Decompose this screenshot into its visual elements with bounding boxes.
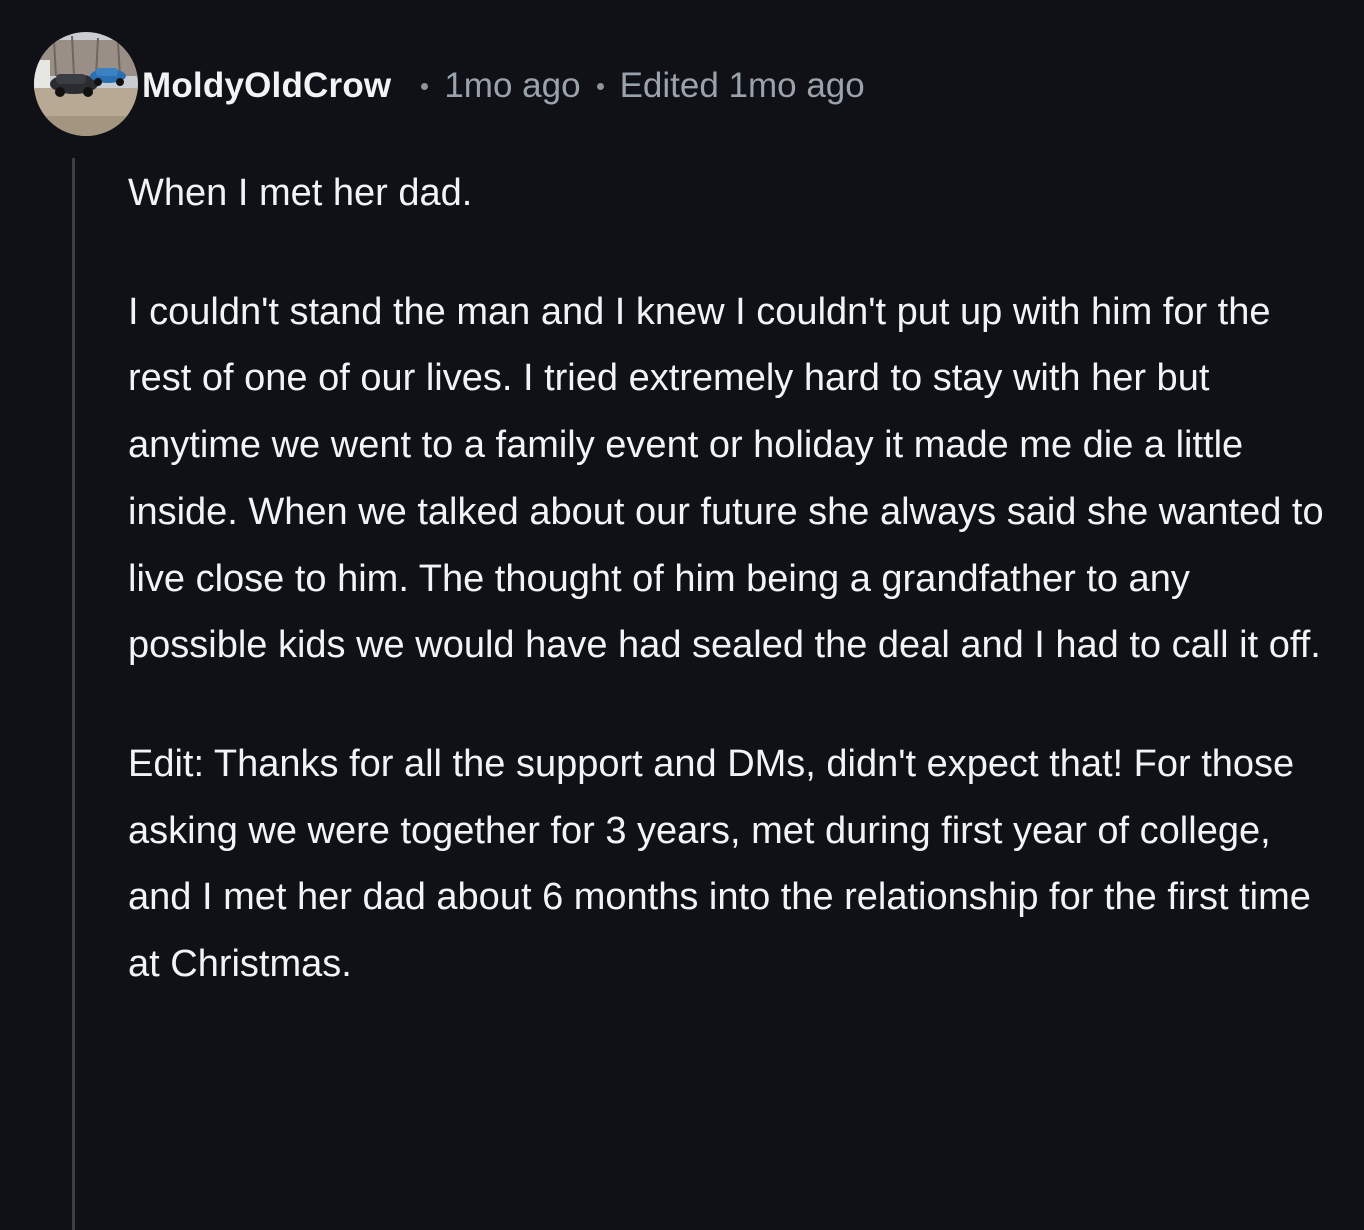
comment-paragraph: When I met her dad. bbox=[128, 172, 473, 214]
comment-paragraph: Edit: Thanks for all the support and DMs… bbox=[128, 742, 1311, 986]
edited-label: Edited 1mo ago bbox=[619, 66, 865, 105]
thread-line[interactable] bbox=[72, 158, 75, 1230]
comment-body: When I met her dad. I couldn't stand the… bbox=[128, 160, 1338, 998]
comment-header: MoldyOldCrow 1mo ago Edited 1mo ago bbox=[142, 62, 865, 110]
separator-dot-icon bbox=[596, 82, 604, 90]
separator-dot-icon bbox=[421, 82, 429, 90]
comment: MoldyOldCrow 1mo ago Edited 1mo ago When… bbox=[0, 0, 1364, 1230]
comment-paragraph: I couldn't stand the man and I knew I co… bbox=[128, 290, 1324, 667]
posted-time: 1mo ago bbox=[444, 66, 581, 105]
avatar[interactable] bbox=[34, 32, 138, 136]
author-username[interactable]: MoldyOldCrow bbox=[142, 66, 391, 106]
avatar-photo-icon bbox=[34, 32, 138, 136]
